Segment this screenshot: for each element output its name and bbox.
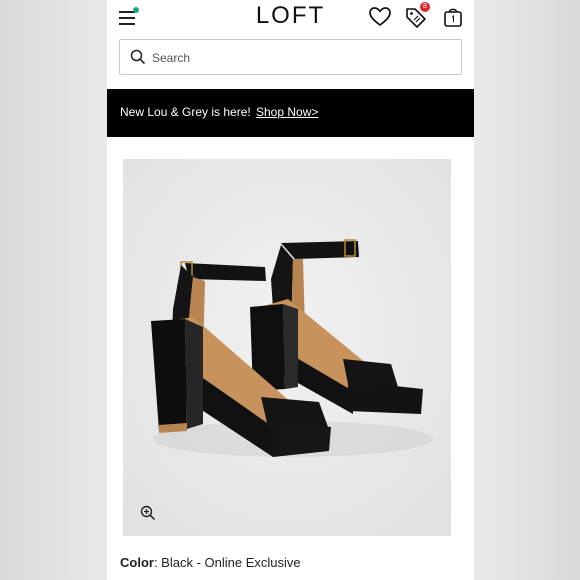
black-platform-sandals-image <box>123 159 451 536</box>
promo-text: New Lou & Grey is here! <box>120 105 251 119</box>
mobile-page: LOFT 8 Ne <box>107 0 474 580</box>
search-icon <box>130 49 146 65</box>
shop-now-link[interactable]: Shop Now> <box>256 105 318 119</box>
tag-icon[interactable]: 8 <box>404 2 430 29</box>
promo-banner: New Lou & Grey is here! Shop Now> <box>107 89 474 137</box>
product-image[interactable] <box>123 159 451 536</box>
product-color: Color: Black - Online Exclusive <box>120 555 301 570</box>
bag-icon[interactable] <box>441 5 465 29</box>
site-header: LOFT 8 <box>107 0 474 36</box>
color-label: Color <box>120 555 154 570</box>
zoom-in-icon[interactable] <box>140 505 156 526</box>
heart-icon[interactable] <box>368 5 392 29</box>
color-value: : Black - Online Exclusive <box>153 555 301 570</box>
blurred-background-left <box>0 0 107 580</box>
search-bar[interactable] <box>119 39 462 76</box>
search-input[interactable] <box>150 40 454 76</box>
cart-count-badge: 8 <box>420 2 430 12</box>
blurred-background-right <box>474 0 580 580</box>
